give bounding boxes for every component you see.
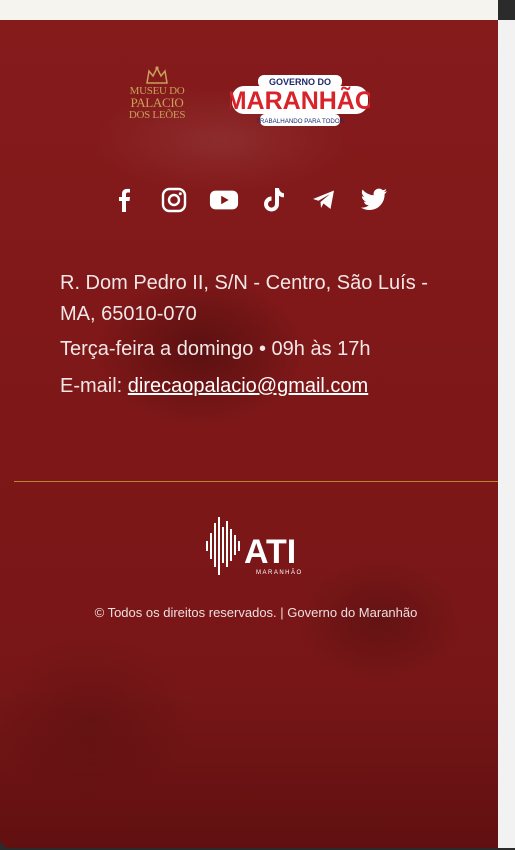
governo-do-maranhao-logo[interactable]: GOVERNO DO MARANHÃO TRABALHANDO PARA TOD… <box>226 69 374 133</box>
ati-maranhao-logo[interactable]: ATI MARANHÃO <box>204 515 308 579</box>
instagram-icon[interactable] <box>159 185 189 215</box>
svg-text:TRABALHANDO PARA TODOS: TRABALHANDO PARA TODOS <box>256 118 344 125</box>
contact-info: R. Dom Pedro II, S/N - Centro, São Luís … <box>60 268 460 402</box>
page-top-strip <box>0 0 498 20</box>
twitter-icon[interactable] <box>359 185 389 215</box>
svg-text:GOVERNO DO: GOVERNO DO <box>269 77 331 87</box>
facebook-icon[interactable] <box>109 185 139 215</box>
email-link[interactable]: direcaopalacio@gmail.com <box>128 375 368 397</box>
browser-viewport: MUSEU DO PALACIO DOS LEÕES GOVERNO DO MA… <box>0 0 515 850</box>
svg-text:MARANHÃO: MARANHÃO <box>256 569 303 576</box>
address-text: R. Dom Pedro II, S/N - Centro, São Luís … <box>60 272 428 325</box>
footer-divider <box>14 481 498 482</box>
logo-row: MUSEU DO PALACIO DOS LEÕES GOVERNO DO MA… <box>0 65 498 137</box>
tiktok-icon[interactable] <box>259 185 289 215</box>
crown-icon <box>146 66 168 84</box>
social-links <box>0 185 498 215</box>
scrollbar-track[interactable] <box>498 20 515 848</box>
youtube-icon[interactable] <box>209 185 239 215</box>
telegram-icon[interactable] <box>309 185 339 215</box>
opening-hours-text: Terça-feira a domingo • 09h às 17h <box>60 338 371 360</box>
email-label: E-mail: <box>60 375 128 397</box>
svg-text:MARANHÃO: MARANHÃO <box>230 85 370 115</box>
museu-palacio-dos-leoes-logo[interactable]: MUSEU DO PALACIO DOS LEÕES <box>128 65 186 137</box>
copyright-text: © Todos os direitos reservados. | Govern… <box>94 605 418 620</box>
svg-text:ATI: ATI <box>244 533 296 571</box>
site-footer: MUSEU DO PALACIO DOS LEÕES GOVERNO DO MA… <box>0 20 498 848</box>
email-line: E-mail: direcaopalacio@gmail.com <box>60 371 460 402</box>
